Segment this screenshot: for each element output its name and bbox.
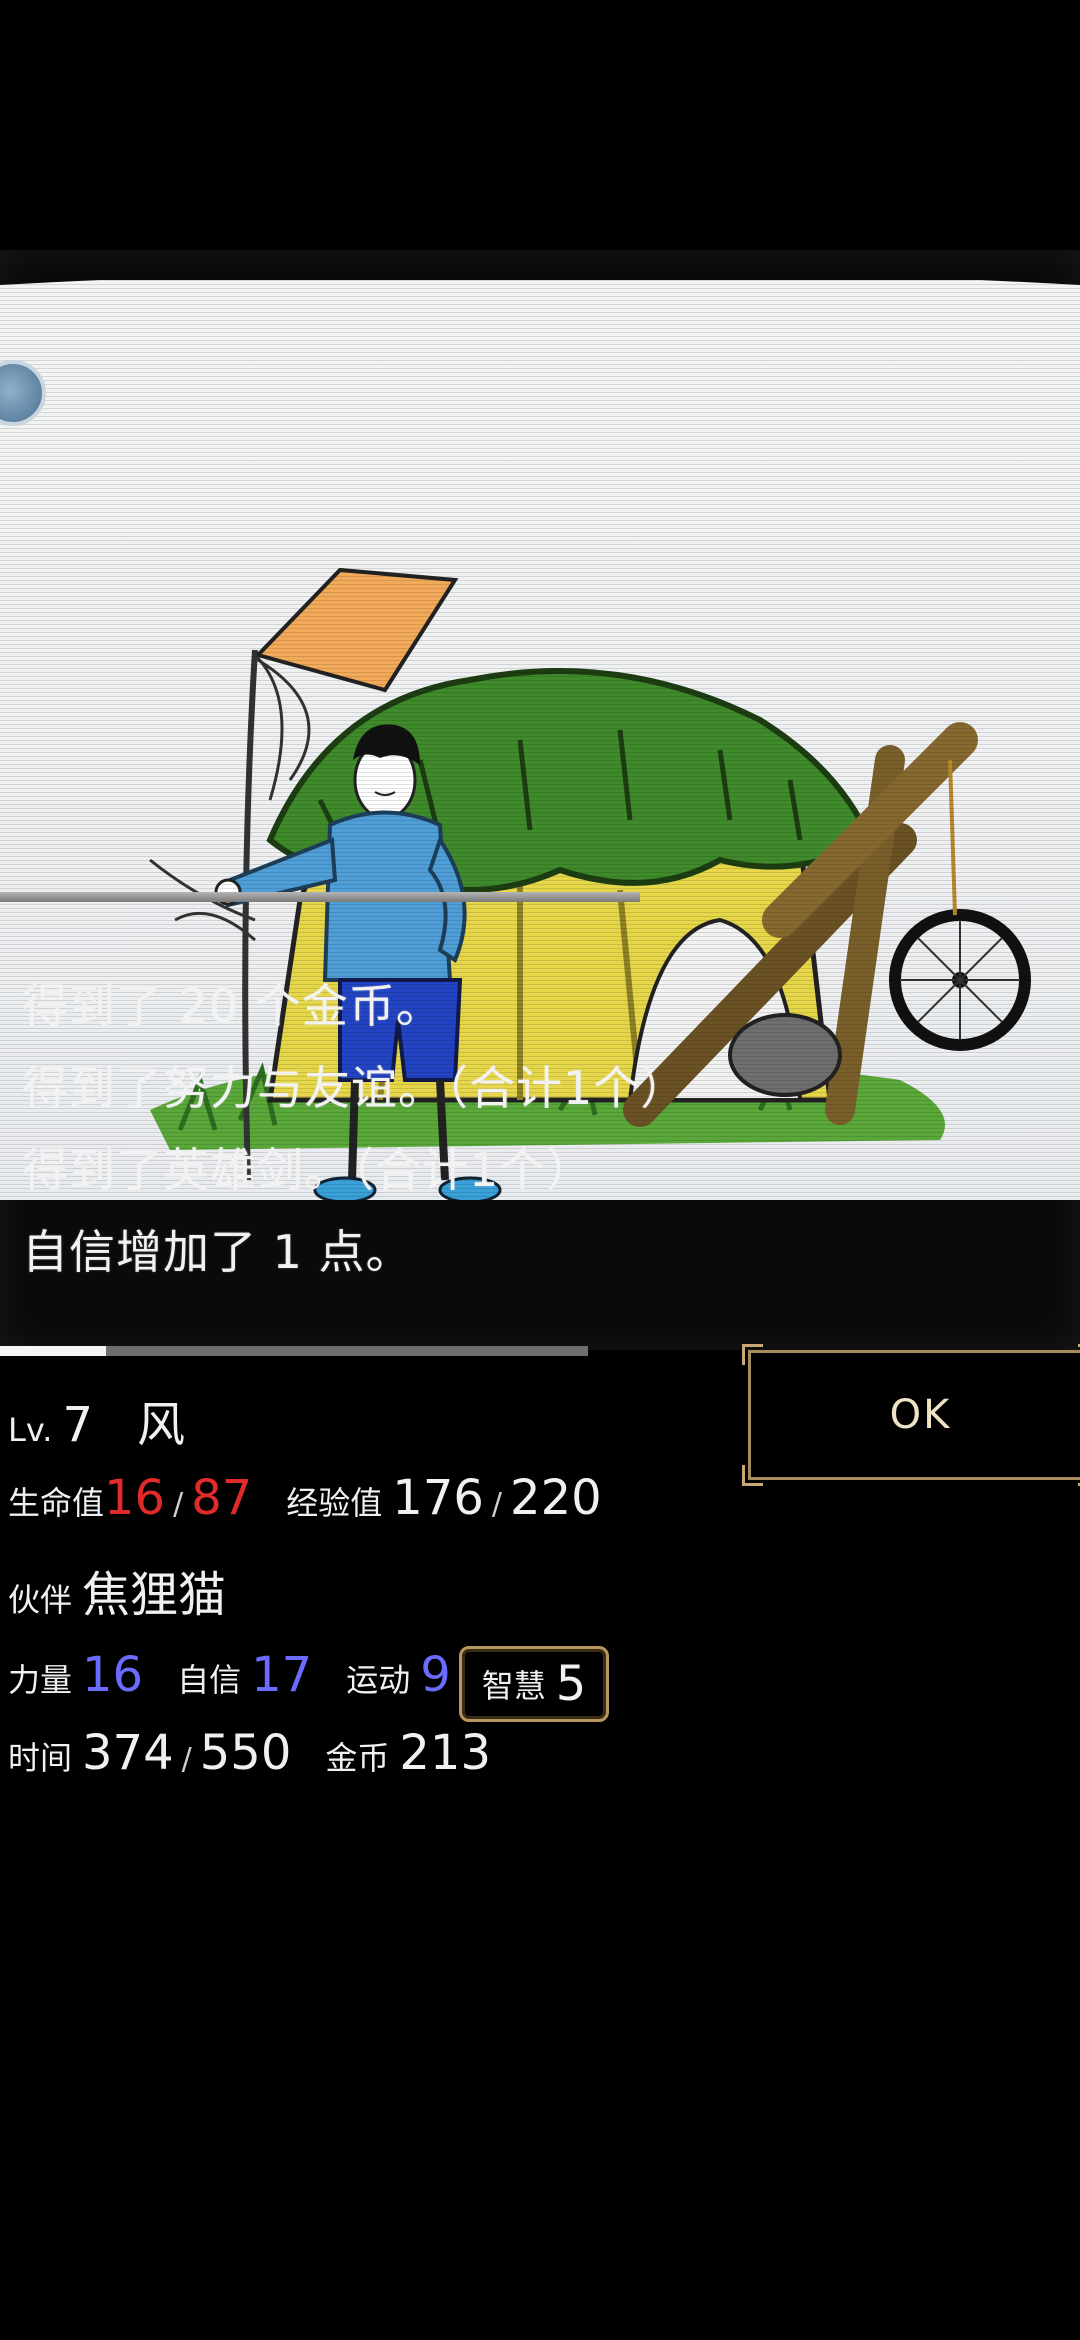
sport-value: 9	[420, 1647, 451, 1703]
hp-max: 87	[191, 1470, 253, 1526]
player-name: 风	[137, 1397, 186, 1453]
partner-label: 伙伴	[8, 1581, 73, 1619]
wisdom-highlight-box[interactable]: 智慧 5	[458, 1646, 610, 1722]
partner-name: 焦狸猫	[82, 1567, 227, 1623]
strength-label: 力量	[8, 1661, 73, 1699]
hp-label: 生命值	[8, 1484, 105, 1522]
wisdom-value: 5	[555, 1656, 587, 1712]
wisdom-label: 智慧	[481, 1667, 546, 1705]
gold-label: 金币	[325, 1739, 390, 1777]
attributes-row: 力量 16 自信 17 运动 9 智慧 5	[8, 1640, 610, 1722]
scene-divider-bar	[0, 892, 640, 902]
game-screen: 得到了 20 个金币。 得到了努力与友谊。（合计1个） 得到了英雄剑。（合计1个…	[0, 0, 1080, 2340]
message-progress-fill	[0, 1346, 106, 1356]
level-label: Lv.	[8, 1411, 53, 1449]
time-current: 374	[82, 1725, 174, 1781]
level-row: Lv. 7 风	[8, 1385, 185, 1455]
level-value: 7	[62, 1397, 93, 1453]
exp-label: 经验值	[286, 1484, 383, 1522]
time-label: 时间	[8, 1739, 73, 1777]
confidence-value: 17	[251, 1647, 313, 1703]
ok-button[interactable]: OK	[742, 1344, 1080, 1486]
confidence-label: 自信	[177, 1661, 242, 1699]
hp-slash: /	[173, 1487, 184, 1522]
log-line-confidence: 自信增加了 1 点。	[22, 1225, 413, 1279]
gold-value: 213	[399, 1725, 492, 1781]
message-log: 得到了 20 个金币。 得到了努力与友谊。（合计1个） 得到了英雄剑。（合计1个…	[22, 965, 1062, 1293]
exp-slash: /	[491, 1487, 503, 1522]
log-line-hero-sword: 得到了英雄剑。（合计1个）	[22, 1143, 594, 1197]
log-line-effort-friendship: 得到了努力与友谊。（合计1个）	[22, 1061, 688, 1115]
time-gold-row: 时间 374 / 550 金币 213	[8, 1725, 491, 1781]
time-max: 550	[199, 1725, 292, 1781]
time-slash: /	[181, 1742, 192, 1777]
partner-row: 伙伴 焦狸猫	[8, 1555, 226, 1625]
hp-exp-row: 生命值 16 / 87 经验值 176 / 220	[8, 1470, 602, 1526]
hp-current: 16	[104, 1470, 166, 1526]
ok-button-label: OK	[889, 1392, 952, 1438]
sport-label: 运动	[346, 1661, 411, 1699]
strength-value: 16	[82, 1647, 144, 1703]
exp-current: 176	[392, 1470, 484, 1526]
exp-max: 220	[510, 1470, 602, 1526]
message-progress-bar	[0, 1346, 588, 1356]
log-line-gold: 得到了 20 个金币。	[22, 979, 443, 1033]
